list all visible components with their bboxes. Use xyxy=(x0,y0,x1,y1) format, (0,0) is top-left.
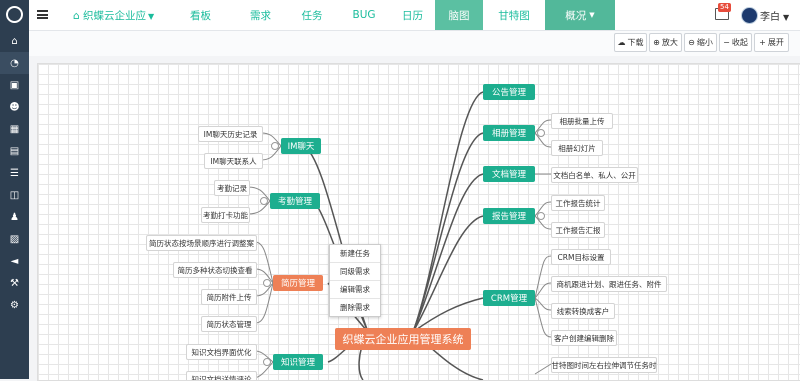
leaf-album-slideshow[interactable]: 相册幻灯片 xyxy=(551,140,603,156)
leaf-im-contacts[interactable]: IM聊天联系人 xyxy=(204,153,263,169)
collapse-button[interactable]: − 收起 xyxy=(719,33,752,52)
link-crm-4 xyxy=(534,297,552,338)
nav-gantt[interactable]: 甘特图 xyxy=(483,0,545,30)
users-icon[interactable]: ☻ xyxy=(0,96,29,118)
node-knowledge-management[interactable]: 知识管理 xyxy=(273,354,323,370)
menu-toggle-icon[interactable] xyxy=(37,10,48,19)
caret-down-icon: ▼ xyxy=(148,12,155,21)
collapse-toggle-icon[interactable] xyxy=(260,197,268,205)
download-button[interactable]: ☁ 下载 xyxy=(614,33,647,52)
search-plus-icon: ⊕ xyxy=(653,38,660,47)
project-selector[interactable]: ⌂ 织蝶云企业应 ▼ xyxy=(73,8,154,23)
link-res-1 xyxy=(254,241,274,284)
list-icon[interactable]: ☰ xyxy=(0,162,29,184)
mindmap-canvas[interactable]: 公告管理 相册管理 文档管理 报告管理 CRM管理 相册批量上传 相册幻灯片 文… xyxy=(37,63,800,381)
leaf-doc-whitelist[interactable]: 文档白名单、私人、公开 xyxy=(551,167,638,183)
nav-bug[interactable]: BUG xyxy=(338,0,390,30)
link-crm-2 xyxy=(534,282,552,299)
menu-sibling-requirement[interactable]: 同级需求 xyxy=(330,263,380,281)
node-resume-management[interactable]: 简历管理 xyxy=(273,275,323,291)
collapse-toggle-icon[interactable] xyxy=(537,212,545,220)
leaf-crm-lead-convert[interactable]: 线索转换成客户 xyxy=(551,303,615,319)
leaf-report-stats[interactable]: 工作报告统计 xyxy=(551,195,605,211)
leaf-knowledge-comments[interactable]: 知识文档详情评论 xyxy=(186,371,257,380)
cogs-icon[interactable]: ⚙ xyxy=(0,294,29,316)
leaf-gantt-drag[interactable]: 甘特图时间左右拉伸调节任务时 xyxy=(551,357,657,373)
menu-edit-requirement[interactable]: 编辑需求 xyxy=(330,281,380,299)
home-icon: ⌂ xyxy=(73,10,84,22)
nav-requirements[interactable]: 需求 xyxy=(235,0,286,30)
leaf-report-submit[interactable]: 工作报告汇报 xyxy=(551,222,605,238)
briefcase-icon[interactable]: ▣ xyxy=(0,74,29,96)
menu-delete-requirement[interactable]: 删除需求 xyxy=(330,299,380,316)
node-report-management[interactable]: 报告管理 xyxy=(483,208,535,224)
collapse-toggle-icon[interactable] xyxy=(537,129,545,137)
mail-badge: 54 xyxy=(718,3,731,12)
caret-down-icon: ▼ xyxy=(783,13,790,22)
collapse-toggle-icon[interactable] xyxy=(263,279,271,287)
nav-kanban[interactable]: 看板 xyxy=(166,0,235,30)
mindmap-root-node[interactable]: 织蝶云企业应用管理系统 xyxy=(335,328,471,350)
columns-icon[interactable]: ◫ xyxy=(0,184,29,206)
logo-icon[interactable] xyxy=(0,0,29,29)
leaf-attendance-checkin[interactable]: 考勤打卡功能 xyxy=(201,207,250,223)
node-notice-management[interactable]: 公告管理 xyxy=(483,84,535,100)
leaf-resume-attachment[interactable]: 简历附件上传 xyxy=(201,289,257,305)
minus-icon: − xyxy=(723,38,730,47)
context-menu: 新建任务 同级需求 编辑需求 删除需求 xyxy=(329,244,381,317)
caret-down-icon: ▼ xyxy=(589,11,595,19)
male-icon[interactable]: ♟ xyxy=(0,206,29,228)
nav-overview[interactable]: 概况 ▼ xyxy=(545,0,615,30)
node-document-management[interactable]: 文档管理 xyxy=(483,166,535,182)
book-icon[interactable]: ▤ xyxy=(0,140,29,162)
top-bar: ⌂ 织蝶云企业应 ▼ 看板 需求 任务 BUG 日历 脑图 甘特图 概况 ▼ 54 … xyxy=(29,0,800,31)
node-crm-management[interactable]: CRM管理 xyxy=(483,290,535,306)
nav-mindmap[interactable]: 脑图 xyxy=(435,0,483,30)
search-minus-icon: ⊖ xyxy=(688,38,695,47)
leaf-resume-status-switch[interactable]: 简历多种状态切换查看 xyxy=(173,262,257,278)
nav-calendar[interactable]: 日历 xyxy=(390,0,435,30)
menu-new-task[interactable]: 新建任务 xyxy=(330,245,380,263)
plus-icon: + xyxy=(759,38,766,47)
collapse-toggle-icon[interactable] xyxy=(271,142,279,150)
link-crm-1 xyxy=(534,255,552,299)
nav-tasks[interactable]: 任务 xyxy=(286,0,338,30)
expand-button[interactable]: + 展开 xyxy=(754,33,789,52)
leaf-attendance-records[interactable]: 考勤记录 xyxy=(214,180,250,196)
avatar[interactable] xyxy=(741,7,758,24)
user-menu[interactable]: 李白 ▼ xyxy=(760,8,789,23)
node-attendance-management[interactable]: 考勤管理 xyxy=(270,193,320,209)
leaf-knowledge-ui[interactable]: 知识文档界面优化 xyxy=(186,344,257,360)
node-album-management[interactable]: 相册管理 xyxy=(483,125,535,141)
image-icon[interactable]: ▨ xyxy=(0,228,29,250)
download-icon: ☁ xyxy=(617,38,626,47)
collapse-toggle-icon[interactable] xyxy=(263,358,271,366)
leaf-resume-status[interactable]: 简历状态管理 xyxy=(201,316,257,332)
leaf-crm-customer-edit[interactable]: 客户创建编辑删除 xyxy=(551,330,617,346)
dashboard-icon[interactable]: ◔ xyxy=(0,52,29,74)
nav-overview-label: 概况 xyxy=(565,9,587,22)
leaf-im-history[interactable]: IM聊天历史记录 xyxy=(198,126,263,142)
bullhorn-icon[interactable]: ◄ xyxy=(0,250,29,272)
link-gantt-1 xyxy=(534,363,552,375)
leaf-crm-goal[interactable]: CRM目标设置 xyxy=(551,249,611,265)
calendar-icon[interactable]: ▦ xyxy=(0,118,29,140)
zoom-in-button[interactable]: ⊕ 放大 xyxy=(649,33,682,52)
gavel-icon[interactable]: ⚒ xyxy=(0,272,29,294)
project-name: 织蝶云企业应 xyxy=(83,10,147,22)
leaf-album-batch-upload[interactable]: 相册批量上传 xyxy=(551,113,613,129)
leaf-resume-order[interactable]: 简历状态按场景顺序进行调整案 xyxy=(146,235,257,251)
username: 李白 xyxy=(760,12,780,23)
sidebar: ⌂ ◔ ▣ ☻ ▦ ▤ ☰ ◫ ♟ ▨ ◄ ⚒ ⚙ xyxy=(0,0,29,379)
home-icon[interactable]: ⌂ xyxy=(0,30,29,52)
leaf-crm-followup[interactable]: 商机跟进计划、跟进任务、附件 xyxy=(551,276,667,292)
zoom-out-button[interactable]: ⊖ 缩小 xyxy=(684,33,717,52)
link-res-4 xyxy=(254,282,274,324)
link-root-doc xyxy=(412,173,484,333)
node-im-chat[interactable]: IM聊天 xyxy=(281,138,321,154)
